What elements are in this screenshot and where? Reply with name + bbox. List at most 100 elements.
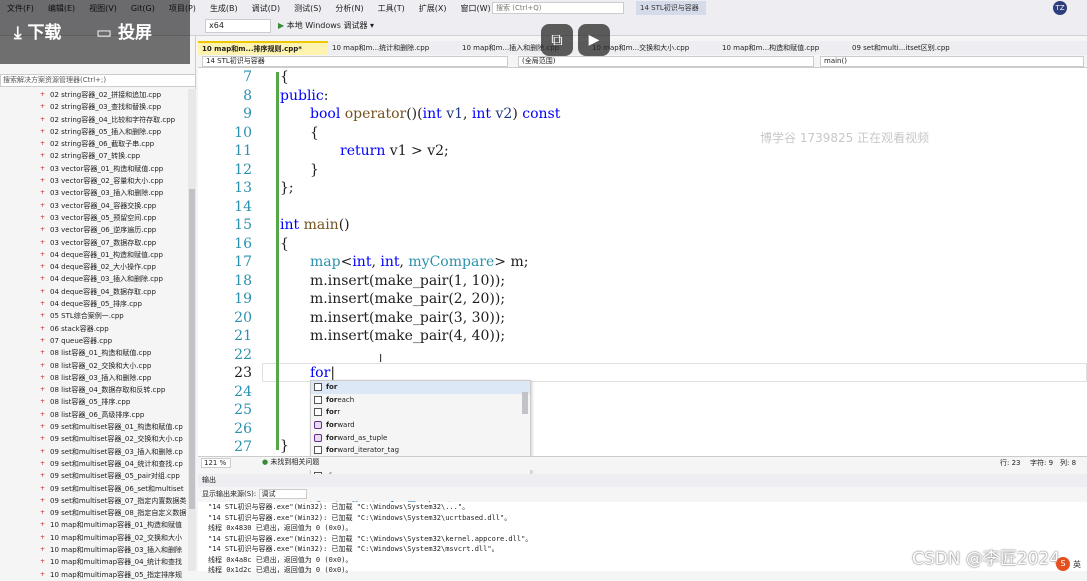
cpp-file-icon: + — [40, 410, 46, 418]
file-item[interactable]: +03 vector容器_06_逆序遍历.cpp — [0, 224, 188, 236]
code-line-17: map<int, int, myCompare> m; — [310, 254, 529, 270]
issues-indicator[interactable]: ● 未找到相关问题 — [262, 457, 319, 467]
menu-item-7[interactable]: 测试(S) — [287, 3, 328, 14]
menu-item-9[interactable]: 工具(T) — [371, 3, 412, 14]
member-dropdown[interactable]: main() — [820, 56, 1084, 67]
file-item[interactable]: +10 map和multimap容器_01_构造和赋值 — [0, 519, 188, 531]
project-dropdown[interactable]: 14 STL初识与容器 — [202, 56, 508, 67]
file-item[interactable]: +04 deque容器_04_数据存取.cpp — [0, 286, 188, 298]
file-item[interactable]: +09 set和multiset容器_08_指定自定义数据 — [0, 507, 188, 519]
completion-item[interactable]: forward — [311, 419, 530, 432]
scope-dropdown[interactable]: (全局范围) — [518, 56, 814, 67]
file-item[interactable]: +10 map和multimap容器_03_插入和删除 — [0, 544, 188, 556]
col-indicator: 列: 8 — [1060, 459, 1077, 467]
file-item[interactable]: +02 string容器_03_查找和替换.cpp — [0, 101, 188, 113]
file-item[interactable]: +09 set和multiset容器_04_统计和查找.cp — [0, 458, 188, 470]
file-item-label: 03 vector容器_01_构造和赋值.cpp — [50, 164, 164, 173]
file-item[interactable]: +09 set和multiset容器_05_pair对组.cpp — [0, 470, 188, 482]
file-item[interactable]: +09 set和multiset容器_02_交换和大小.cp — [0, 433, 188, 445]
zoom-dropdown[interactable]: 121 % — [201, 458, 231, 468]
ime-logo-icon[interactable]: S — [1056, 557, 1070, 571]
file-item-label: 02 string容器_02_拼接和追加.cpp — [50, 91, 162, 99]
file-item[interactable]: +08 list容器_03_插入和删除.cpp — [0, 372, 188, 384]
file-item[interactable]: +04 deque容器_01_构造和赋值.cpp — [0, 249, 188, 261]
file-item[interactable]: +03 vector容器_01_构造和赋值.cpp — [0, 163, 188, 175]
solution-scrollbar[interactable] — [188, 89, 196, 571]
menu-item-10[interactable]: 扩展(X) — [412, 3, 454, 14]
output-toolbar: 显示输出来源(S): 调试 — [198, 487, 1087, 501]
file-item[interactable]: +05 STL综合案例一.cpp — [0, 310, 188, 322]
file-item[interactable]: +10 map和multimap容器_05_指定排序规 — [0, 569, 188, 581]
doc-tab-0[interactable]: 10 map和m...排序规则.cpp* — [198, 41, 328, 55]
file-item[interactable]: +02 string容器_06_截取子串.cpp — [0, 138, 188, 150]
play-screen-button[interactable]: ▶ — [578, 24, 610, 56]
file-item[interactable]: +02 string容器_05_插入和删除.cpp — [0, 126, 188, 138]
doc-tab-4[interactable]: 10 map和m...构造和赋值.cpp — [718, 41, 848, 55]
file-item[interactable]: +09 set和multiset容器_07_指定内置数据类 — [0, 495, 188, 507]
ime-language[interactable]: 英 — [1073, 559, 1081, 570]
keyword-icon — [314, 395, 322, 404]
cpp-file-icon: + — [40, 459, 46, 467]
code-line-7: { — [280, 69, 289, 85]
file-item[interactable]: +02 string容器_02_拼接和追加.cpp — [0, 89, 188, 101]
line-number: 15 — [234, 217, 252, 233]
line-number: 7 — [243, 69, 252, 85]
file-item[interactable]: +04 deque容器_03_插入和删除.cpp — [0, 273, 188, 285]
completion-item[interactable]: forward_as_tuple — [311, 432, 530, 445]
file-item[interactable]: +03 vector容器_04_容器交换.cpp — [0, 200, 188, 212]
doc-tab-5[interactable]: 09 set和multi...itset区别.cpp — [848, 41, 978, 55]
download-button[interactable]: ⤓ 下载 — [14, 18, 61, 43]
platform-dropdown[interactable]: x64 — [205, 19, 271, 33]
cast-button[interactable]: ▭ 投屏 — [96, 18, 152, 43]
file-item[interactable]: +04 deque容器_02_大小操作.cpp — [0, 261, 188, 273]
doc-tab-1[interactable]: 10 map和m...统计和删除.cpp — [328, 41, 458, 55]
file-item[interactable]: +03 vector容器_05_预留空间.cpp — [0, 212, 188, 224]
completion-match: for — [326, 395, 338, 404]
picture-in-picture-button[interactable]: ⧉ — [541, 24, 573, 56]
menu-item-6[interactable]: 调试(D) — [245, 3, 287, 14]
file-item-label: 09 set和multiset容器_05_pair对组.cpp — [50, 472, 180, 481]
cpp-file-icon: + — [40, 349, 46, 357]
intellisense-scrollbar[interactable] — [522, 392, 528, 414]
file-item[interactable]: +03 vector容器_07_数据存取.cpp — [0, 237, 188, 249]
file-item-label: 09 set和multiset容器_03_插入和删除.cp — [50, 447, 183, 456]
file-item[interactable]: +04 deque容器_05_排序.cpp — [0, 298, 188, 310]
file-item[interactable]: +07 queue容器.cpp — [0, 335, 188, 347]
file-item[interactable]: +08 list容器_02_交换和大小.cpp — [0, 360, 188, 372]
file-item[interactable]: +02 string容器_07_转换.cpp — [0, 150, 188, 162]
completion-item[interactable]: forr — [311, 406, 530, 419]
file-item[interactable]: +09 set和multiset容器_06_set和multiset — [0, 483, 188, 495]
file-item[interactable]: +10 map和multimap容器_04_统计和查找 — [0, 556, 188, 568]
file-item-label: 10 map和multimap容器_01_构造和赋值 — [50, 521, 183, 530]
file-item-label: 04 deque容器_04_数据存取.cpp — [50, 287, 156, 296]
cpp-file-icon: + — [40, 521, 46, 529]
completion-item[interactable]: for — [311, 381, 530, 394]
code-line-10: { — [310, 124, 319, 141]
line-number: 13 — [234, 180, 252, 196]
completion-item[interactable]: foreach — [311, 394, 530, 407]
file-item[interactable]: +08 list容器_06_高级排序.cpp — [0, 409, 188, 421]
cpp-file-icon: + — [40, 545, 46, 553]
scroll-thumb[interactable] — [189, 189, 195, 509]
file-item-label: 02 string容器_03_查找和替换.cpp — [50, 103, 162, 112]
file-item[interactable]: +02 string容器_04_比较和字符存取.cpp — [0, 114, 188, 126]
avatar[interactable]: TZ — [1053, 1, 1067, 15]
file-item-label: 10 map和multimap容器_02_交换和大小 — [50, 533, 183, 542]
run-debugger-button[interactable]: ▶ 本地 Windows 调试器 ▾ — [278, 20, 374, 31]
file-item[interactable]: +08 list容器_05_排序.cpp — [0, 396, 188, 408]
file-item[interactable]: +06 stack容器.cpp — [0, 323, 188, 335]
file-item[interactable]: +08 list容器_01_构造和赋值.cpp — [0, 347, 188, 359]
play-screen-icon: ▶ — [588, 32, 600, 48]
file-item[interactable]: +03 vector容器_03_插入和删除.cpp — [0, 187, 188, 199]
file-item[interactable]: +10 map和multimap容器_02_交换和大小 — [0, 532, 188, 544]
file-item[interactable]: +09 set和multiset容器_01_构造和赋值.cp — [0, 421, 188, 433]
output-source-dropdown[interactable]: 调试 — [258, 489, 307, 499]
file-item[interactable]: +08 list容器_04_数据存取和反转.cpp — [0, 384, 188, 396]
menu-item-5[interactable]: 生成(B) — [203, 3, 245, 14]
menu-item-8[interactable]: 分析(N) — [328, 3, 370, 14]
file-item[interactable]: +03 vector容器_02_容量和大小.cpp — [0, 175, 188, 187]
file-item[interactable]: +09 set和multiset容器_03_插入和删除.cp — [0, 446, 188, 458]
solution-search-input[interactable]: 搜索解决方案资源管理器(Ctrl+;) — [0, 74, 196, 87]
line-number: 22 — [234, 346, 252, 363]
search-input[interactable]: 搜索 (Ctrl+Q) — [492, 2, 624, 14]
